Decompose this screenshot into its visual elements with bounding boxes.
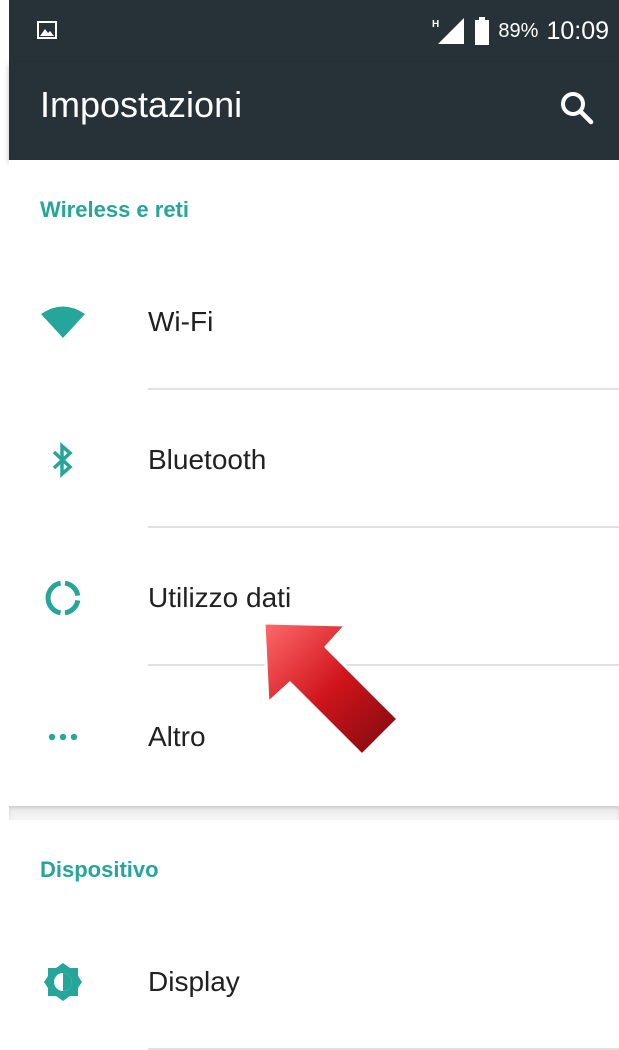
clock: 10:09 — [546, 16, 609, 45]
page-title: Impostazioni — [40, 84, 243, 125]
bluetooth-icon — [33, 438, 93, 482]
signal-icon: H — [432, 18, 465, 44]
wifi-icon — [33, 300, 93, 344]
divider — [148, 388, 619, 390]
status-bar: H 89% 10:09 — [9, 0, 619, 62]
battery-icon — [475, 17, 490, 45]
settings-item-label: Utilizzo dati — [148, 582, 292, 613]
section-header-wireless: Wireless e reti — [40, 197, 189, 222]
settings-list: Wireless e reti Wi-Fi Bluetooth Utilizzo… — [9, 160, 619, 1050]
network-type-label: H — [432, 19, 439, 30]
battery-percent: 89% — [498, 19, 539, 42]
frame-left-edge — [0, 0, 9, 1050]
settings-item-display[interactable]: Display — [9, 913, 619, 1050]
gallery-icon — [37, 21, 57, 39]
brightness-icon — [33, 960, 93, 1004]
app-toolbar: Impostazioni — [9, 62, 619, 160]
search-icon[interactable] — [555, 86, 599, 130]
settings-screen: H 89% 10:09 Impostazioni Wireless e reti — [0, 0, 619, 1050]
red-arrow-icon — [262, 621, 400, 757]
settings-item-label: Display — [148, 966, 240, 997]
settings-item-label: Wi-Fi — [148, 306, 214, 337]
more-icon — [33, 715, 93, 759]
settings-item-wifi[interactable]: Wi-Fi — [9, 253, 619, 391]
status-indicators: H 89% 10:09 — [430, 14, 609, 48]
settings-item-label: Altro — [148, 721, 206, 752]
settings-item-bluetooth[interactable]: Bluetooth — [9, 391, 619, 529]
divider — [148, 526, 619, 528]
section-header-device: Dispositivo — [40, 857, 159, 882]
section-separator — [9, 806, 619, 820]
settings-item-label: Bluetooth — [148, 444, 267, 475]
data-usage-icon — [33, 576, 93, 620]
